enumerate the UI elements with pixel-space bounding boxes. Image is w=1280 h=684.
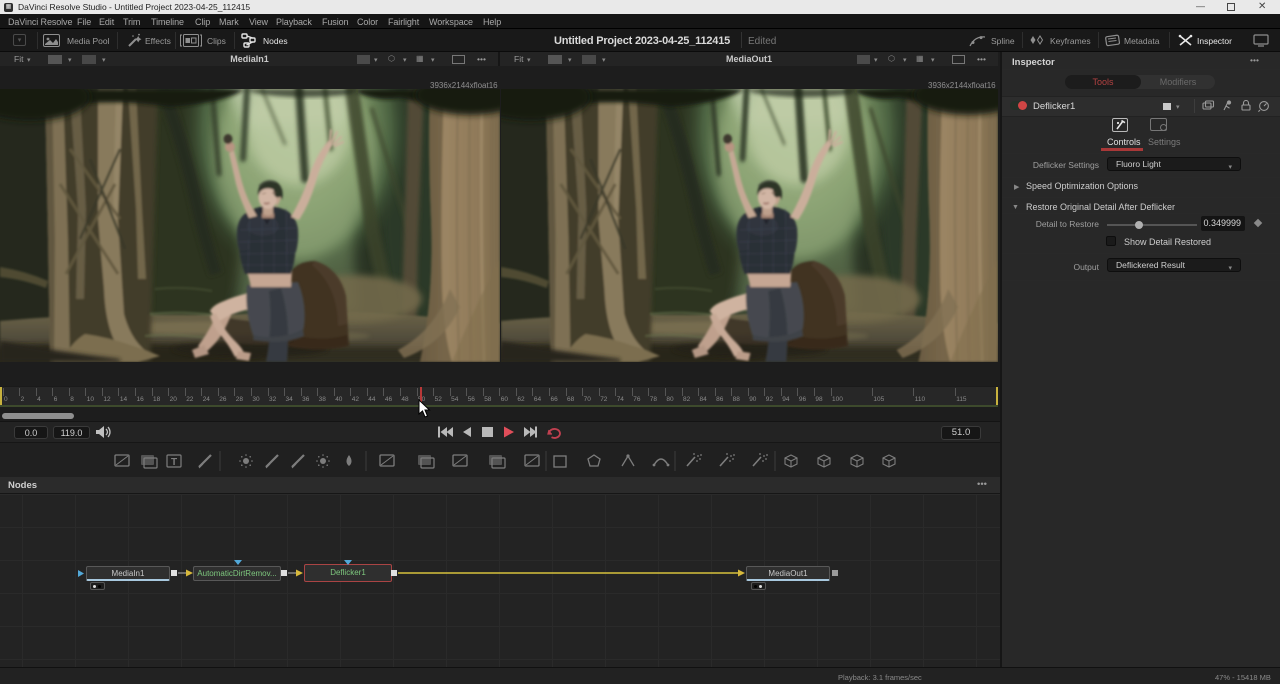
svg-text:T: T [171,457,177,468]
